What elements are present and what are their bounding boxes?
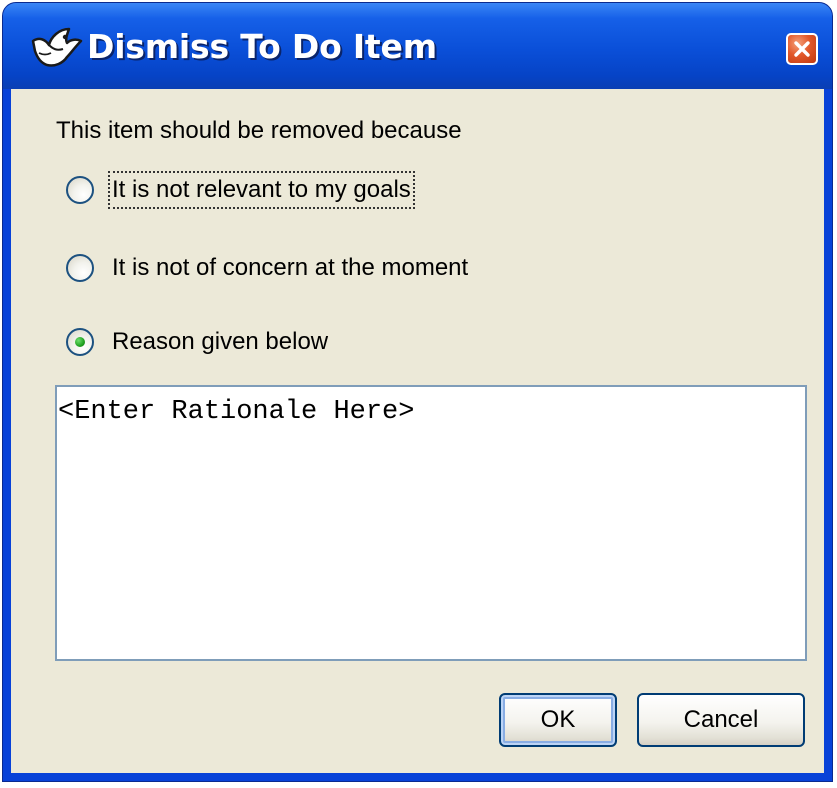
ok-button[interactable]: OK: [499, 693, 617, 747]
ok-button-label: OK: [540, 706, 576, 733]
title-bar[interactable]: Dismiss To Do Item: [3, 3, 832, 89]
rationale-textarea[interactable]: <Enter Rationale Here>: [55, 385, 807, 661]
cancel-button-label: Cancel: [683, 706, 759, 733]
prompt-text: This item should be removed because: [56, 117, 462, 144]
radio-label-reason-below[interactable]: Reason given below: [110, 325, 330, 359]
cancel-button[interactable]: Cancel: [637, 693, 805, 747]
dialog-body: This item should be removed because It i…: [11, 89, 824, 773]
argo-bird-icon: [29, 23, 83, 71]
close-button[interactable]: [786, 33, 818, 65]
radio-button-checked[interactable]: [66, 328, 94, 356]
radio-button-unchecked[interactable]: [66, 254, 94, 282]
radio-label-not-of-concern[interactable]: It is not of concern at the moment: [110, 251, 470, 285]
radio-label-not-relevant[interactable]: It is not relevant to my goals: [108, 171, 415, 209]
dialog-window: Dismiss To Do Item This item should be r…: [2, 2, 833, 782]
radio-selected-dot: [75, 337, 85, 347]
window-title: Dismiss To Do Item: [87, 27, 437, 66]
radio-button-unchecked[interactable]: [66, 176, 94, 204]
